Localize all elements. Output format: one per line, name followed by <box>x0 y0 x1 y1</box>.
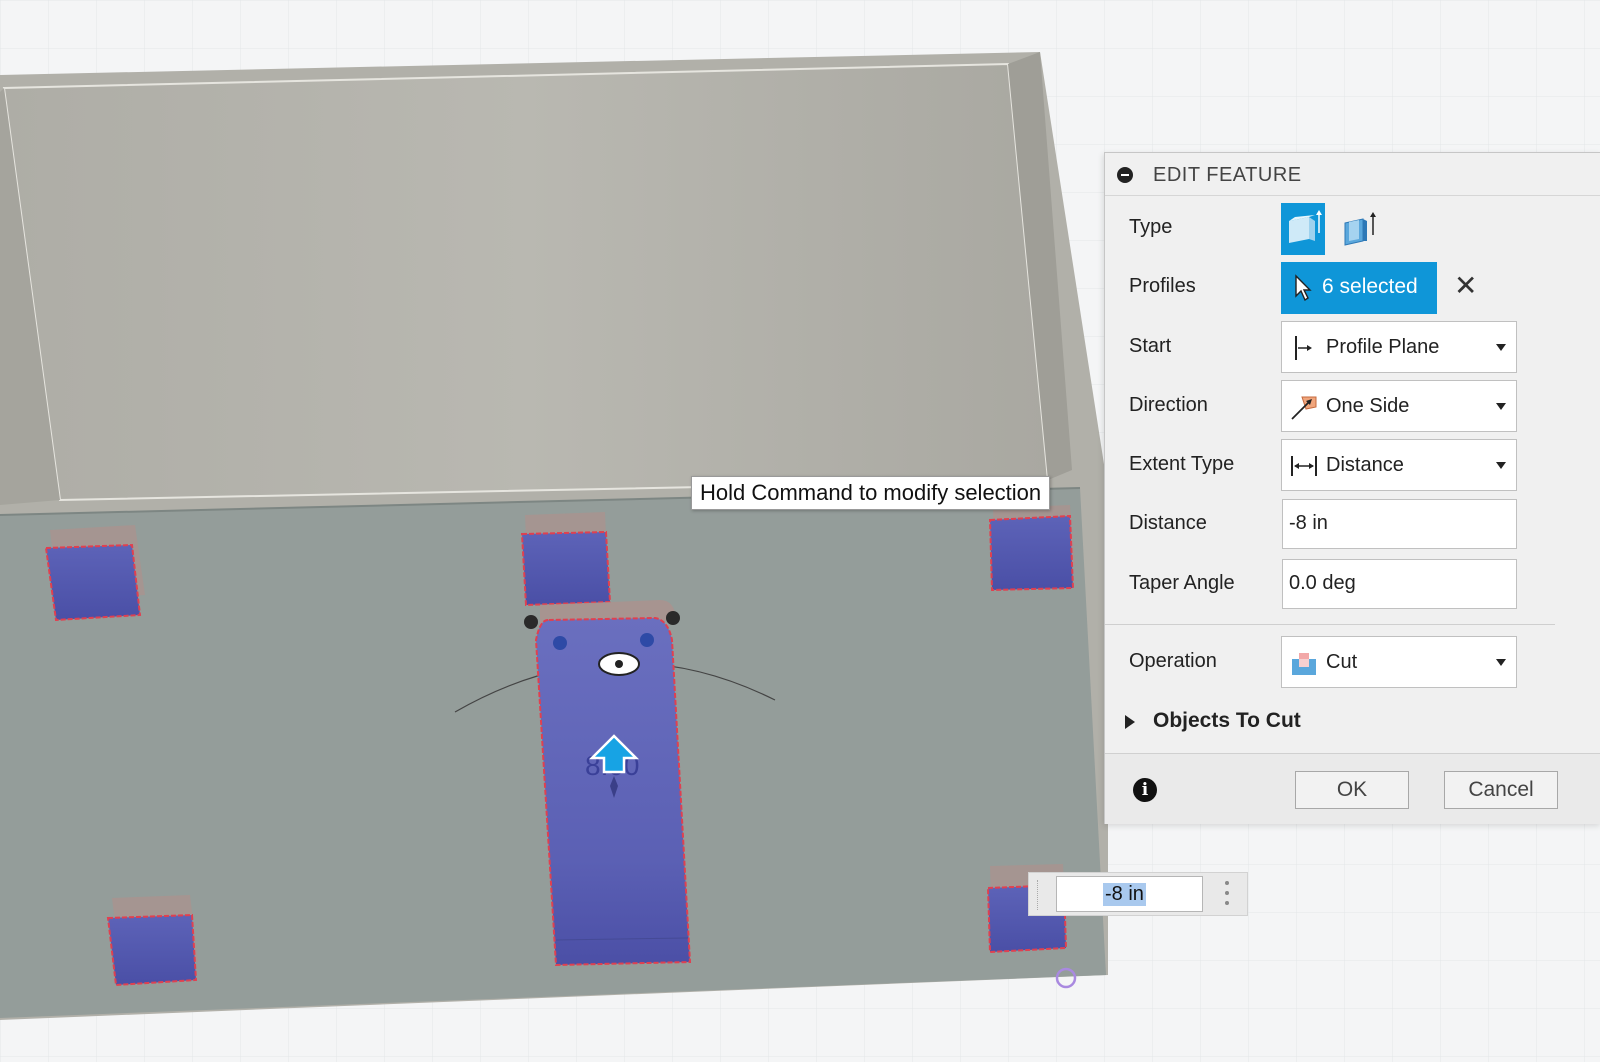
direction-label: Direction <box>1129 394 1208 416</box>
collapse-icon[interactable] <box>1117 167 1133 183</box>
operation-label: Operation <box>1129 650 1217 672</box>
pivot-manipulator[interactable] <box>598 652 640 676</box>
distance-input-field[interactable]: -8 in <box>1056 876 1203 912</box>
taper-angle-field[interactable]: 0.0 deg <box>1282 559 1517 609</box>
distance-input-value: -8 in <box>1103 883 1146 906</box>
cursor-arrow-icon <box>1295 274 1312 302</box>
extent-type-value: Distance <box>1326 454 1404 476</box>
chevron-down-icon <box>1496 659 1506 666</box>
chevron-down-icon <box>1496 344 1506 351</box>
panel-footer: i OK Cancel <box>1105 753 1600 824</box>
profiles-value: 6 selected <box>1322 275 1418 298</box>
cut-icon <box>1292 653 1316 675</box>
info-icon[interactable]: i <box>1133 778 1157 802</box>
objects-to-cut-label: Objects To Cut <box>1153 709 1301 732</box>
operation-dropdown[interactable]: Cut <box>1281 636 1517 688</box>
chevron-down-icon <box>1496 462 1506 469</box>
thin-extrude-icon[interactable] <box>1337 203 1381 255</box>
distance-field[interactable]: -8 in <box>1282 499 1517 549</box>
profiles-selection-button[interactable]: 6 selected <box>1281 262 1437 314</box>
panel-title: EDIT FEATURE <box>1153 164 1302 186</box>
direction-value: One Side <box>1326 395 1410 417</box>
one-side-icon <box>1291 396 1317 420</box>
distance-label: Distance <box>1129 512 1207 534</box>
enclosure-inner-wall[interactable] <box>2 62 1050 502</box>
drag-grip[interactable] <box>1037 880 1042 910</box>
profiles-label: Profiles <box>1129 275 1196 297</box>
start-dropdown[interactable]: Profile Plane <box>1281 321 1517 373</box>
profile-box-3[interactable] <box>988 505 1075 592</box>
more-options-icon[interactable] <box>1225 881 1229 909</box>
extent-type-dropdown[interactable]: Distance <box>1281 439 1517 491</box>
profile-box-4[interactable] <box>106 895 198 987</box>
clear-selection-icon[interactable]: ✕ <box>1454 271 1477 301</box>
edit-feature-panel: EDIT FEATURE Type Profiles 6 selected ✕ … <box>1104 152 1600 824</box>
extent-type-label: Extent Type <box>1129 453 1235 475</box>
cancel-button[interactable]: Cancel <box>1444 771 1558 809</box>
ok-button[interactable]: OK <box>1295 771 1409 809</box>
divider <box>1105 624 1555 625</box>
floating-distance-input[interactable]: -8 in <box>1028 872 1248 916</box>
operation-value: Cut <box>1326 651 1358 673</box>
selection-tooltip: Hold Command to modify selection <box>691 476 1051 510</box>
taper-angle-label: Taper Angle <box>1129 572 1235 594</box>
profile-box-1[interactable] <box>44 525 145 622</box>
chevron-down-icon <box>1496 403 1506 410</box>
profile-plane-icon <box>1295 336 1312 360</box>
profile-box-2[interactable] <box>520 512 612 607</box>
distance-icon <box>1291 456 1317 476</box>
start-label: Start <box>1129 335 1172 357</box>
solid-extrude-icon[interactable] <box>1281 203 1325 255</box>
direction-dropdown[interactable]: One Side <box>1281 380 1517 432</box>
type-label: Type <box>1129 216 1173 238</box>
panel-header: EDIT FEATURE <box>1105 153 1600 196</box>
expand-triangle-icon <box>1125 715 1135 729</box>
start-value: Profile Plane <box>1326 336 1440 358</box>
